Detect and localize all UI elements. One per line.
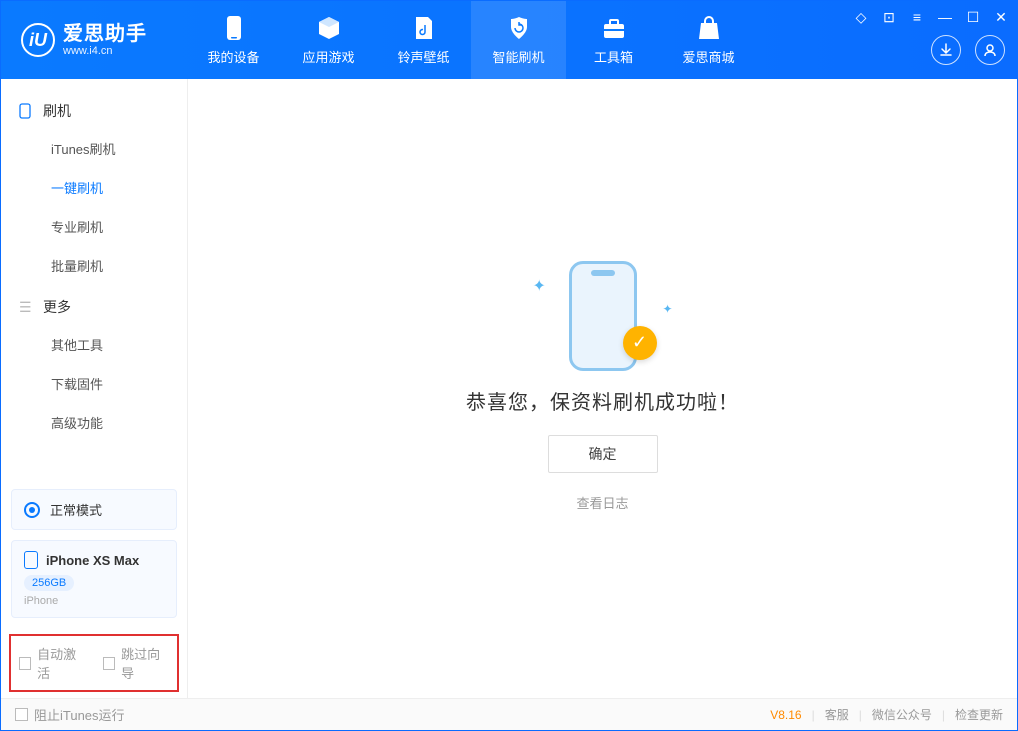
view-log-link[interactable]: 查看日志 — [576, 493, 628, 512]
sidebar-group-more[interactable]: ☰ 更多 — [1, 285, 187, 325]
menu-lines-icon: ☰ — [19, 299, 33, 316]
app-title: 爱思助手 — [63, 23, 147, 45]
cube-icon — [316, 15, 342, 41]
checkbox-block-itunes[interactable]: 阻止iTunes运行 — [15, 705, 125, 724]
shield-refresh-icon — [506, 15, 532, 41]
tab-label: 我的设备 — [207, 47, 259, 66]
group-title: 更多 — [43, 297, 71, 317]
titlebar-right-buttons — [931, 35, 1005, 65]
minimize-button[interactable]: ― — [935, 7, 955, 27]
tab-label: 智能刷机 — [492, 47, 544, 66]
checkbox-label: 自动激活 — [37, 644, 85, 682]
success-illustration: ✦ ✓ ✦ — [543, 266, 663, 366]
sidebar-item-other-tools[interactable]: 其他工具 — [1, 325, 187, 364]
version-label: V8.16 — [770, 708, 801, 722]
music-file-icon — [411, 15, 437, 41]
sidebar-item-batch-flash[interactable]: 批量刷机 — [1, 246, 187, 285]
app-window: iU 爱思助手 www.i4.cn 我的设备 应用游戏 铃声壁纸 智能刷机 — [0, 0, 1018, 731]
sidebar-item-advanced[interactable]: 高级功能 — [1, 403, 187, 442]
content-panel: ✦ ✓ ✦ 恭喜您，保资料刷机成功啦！ 确定 查看日志 — [188, 79, 1017, 698]
checkbox-skip-guide[interactable]: 跳过向导 — [103, 644, 169, 682]
sparkle-icon: ✦ — [662, 302, 672, 316]
menu-icon[interactable]: ≡ — [907, 7, 927, 27]
logo: iU 爱思助手 www.i4.cn — [1, 23, 186, 57]
checkbox-label: 跳过向导 — [121, 644, 169, 682]
device-capacity: 256GB — [24, 575, 74, 591]
phone-icon — [221, 15, 247, 41]
device-type: iPhone — [24, 595, 164, 607]
top-tabs: 我的设备 应用游戏 铃声壁纸 智能刷机 工具箱 爱思商城 — [186, 1, 756, 79]
status-link-wechat[interactable]: 微信公众号 — [872, 706, 932, 723]
tab-my-device[interactable]: 我的设备 — [186, 1, 281, 79]
sidebar-item-pro-flash[interactable]: 专业刷机 — [1, 207, 187, 246]
checkbox-label: 阻止iTunes运行 — [34, 705, 125, 724]
statusbar: 阻止iTunes运行 V8.16 | 客服 | 微信公众号 | 检查更新 — [1, 698, 1017, 730]
app-subtitle: www.i4.cn — [63, 45, 147, 57]
group-title: 刷机 — [43, 101, 71, 121]
tab-ringtones-wallpapers[interactable]: 铃声壁纸 — [376, 1, 471, 79]
sparkle-icon: ✦ — [533, 276, 546, 296]
mode-card[interactable]: 正常模式 — [11, 489, 177, 530]
window-controls: ◇ ⊡ ≡ ― ☐ ✕ — [851, 7, 1011, 27]
sidebar: 刷机 iTunes刷机 一键刷机 专业刷机 批量刷机 ☰ 更多 其他工具 下载固… — [1, 79, 188, 698]
highlighted-options: 自动激活 跳过向导 — [9, 634, 179, 692]
main-area: 刷机 iTunes刷机 一键刷机 专业刷机 批量刷机 ☰ 更多 其他工具 下载固… — [1, 79, 1017, 698]
checkbox-box-icon — [103, 657, 115, 670]
skin-icon[interactable]: ◇ — [851, 7, 871, 27]
checkbox-auto-activate[interactable]: 自动激活 — [19, 644, 85, 682]
checkmark-badge-icon: ✓ — [623, 326, 657, 360]
sidebar-bottom: 正常模式 iPhone XS Max 256GB iPhone — [1, 479, 187, 628]
tab-smart-flash[interactable]: 智能刷机 — [471, 1, 566, 79]
mode-dot-icon — [24, 502, 40, 518]
user-button[interactable] — [975, 35, 1005, 65]
toolbox-icon — [601, 15, 627, 41]
tab-label: 工具箱 — [594, 47, 633, 66]
status-link-support[interactable]: 客服 — [825, 706, 849, 723]
device-name: iPhone XS Max — [46, 553, 139, 568]
tab-apps-games[interactable]: 应用游戏 — [281, 1, 376, 79]
mode-label: 正常模式 — [50, 500, 102, 519]
device-card[interactable]: iPhone XS Max 256GB iPhone — [11, 540, 177, 618]
tab-label: 铃声壁纸 — [397, 47, 449, 66]
checkbox-box-icon — [19, 657, 31, 670]
maximize-button[interactable]: ☐ — [963, 7, 983, 27]
logo-icon: iU — [21, 23, 55, 57]
titlebar: iU 爱思助手 www.i4.cn 我的设备 应用游戏 铃声壁纸 智能刷机 — [1, 1, 1017, 79]
tab-store[interactable]: 爱思商城 — [661, 1, 756, 79]
sidebar-item-itunes-flash[interactable]: iTunes刷机 — [1, 129, 187, 168]
success-block: ✦ ✓ ✦ 恭喜您，保资料刷机成功啦！ 确定 查看日志 — [188, 79, 1017, 698]
sidebar-group-flash[interactable]: 刷机 — [1, 89, 187, 129]
tab-label: 爱思商城 — [682, 47, 734, 66]
download-button[interactable] — [931, 35, 961, 65]
tab-label: 应用游戏 — [302, 47, 354, 66]
checkbox-box-icon — [15, 708, 28, 721]
close-button[interactable]: ✕ — [991, 7, 1011, 27]
sidebar-item-oneclick-flash[interactable]: 一键刷机 — [1, 168, 187, 207]
sidebar-tree: 刷机 iTunes刷机 一键刷机 专业刷机 批量刷机 ☰ 更多 其他工具 下载固… — [1, 79, 187, 479]
status-link-update[interactable]: 检查更新 — [955, 706, 1003, 723]
sidebar-item-download-firmware[interactable]: 下载固件 — [1, 364, 187, 403]
ok-button[interactable]: 确定 — [548, 435, 658, 473]
shopping-bag-icon — [696, 15, 722, 41]
tab-toolbox[interactable]: 工具箱 — [566, 1, 661, 79]
phone-outline-icon — [19, 103, 33, 119]
device-phone-icon — [24, 551, 38, 569]
feedback-icon[interactable]: ⊡ — [879, 7, 899, 27]
success-message: 恭喜您，保资料刷机成功啦！ — [466, 386, 739, 415]
